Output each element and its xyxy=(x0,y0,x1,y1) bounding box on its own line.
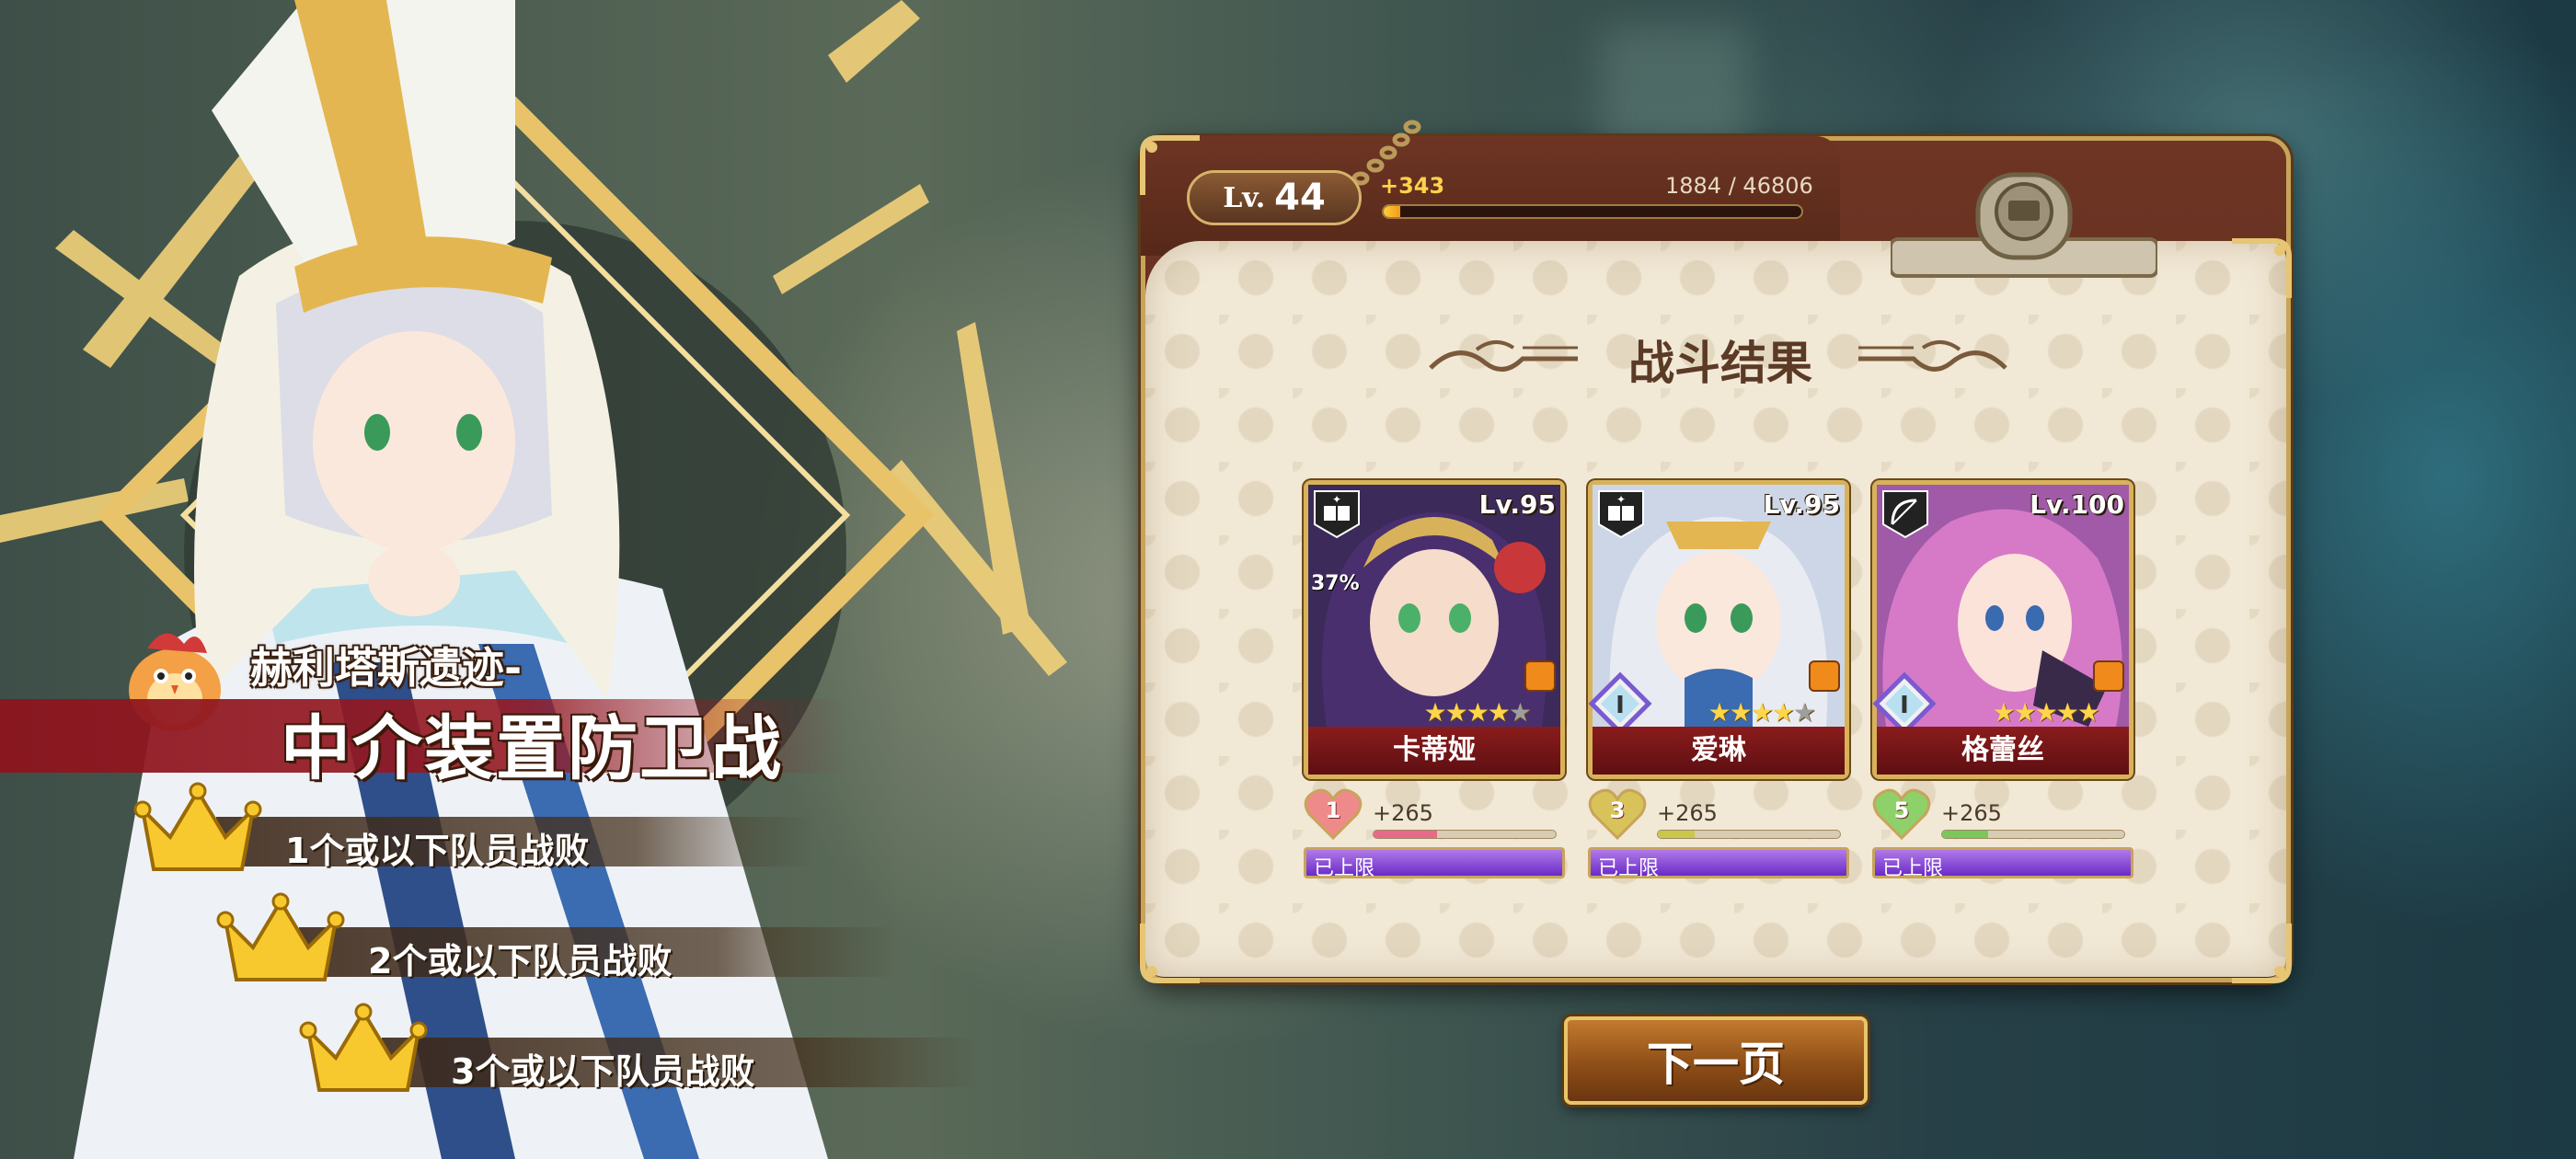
level-bar: 已上限 xyxy=(1588,847,1849,880)
stage-title: 中介装置防卫战 xyxy=(281,707,783,789)
unit-stars: ★★★★★ xyxy=(1992,697,2100,728)
level-status: 已上限 xyxy=(1882,857,1944,880)
player-level-badge: Lv. 44 xyxy=(1187,170,1362,225)
level-bar: 已上限 xyxy=(1872,847,2133,880)
book-icon: ✦ xyxy=(1314,490,1360,539)
level-prefix: Lv. xyxy=(1223,181,1266,214)
pumpkin-icon xyxy=(1524,660,1556,692)
title-flourish-left xyxy=(1429,340,1578,372)
affection-bar xyxy=(1373,830,1557,839)
bow-icon xyxy=(1882,490,1928,539)
affection-level: 5 xyxy=(1893,798,1910,823)
affection-gain: +265 xyxy=(1941,800,2002,826)
exp-progress-text: 1884 / 46806 xyxy=(1665,173,1813,199)
condition-label: 2个或以下队员战败 xyxy=(368,941,673,981)
crown-icon xyxy=(299,1003,428,1092)
svg-text:✦: ✦ xyxy=(1616,493,1626,506)
title-flourish-right xyxy=(1858,340,2007,372)
condition-label: 3个或以下队员战败 xyxy=(451,1051,755,1092)
exp-bar xyxy=(1382,204,1803,219)
unit-card[interactable]: I Lv.100 ★★★★★ 格蕾丝 xyxy=(1872,480,2133,779)
affection-bar xyxy=(1941,830,2125,839)
unit-level: Lv.95 xyxy=(1478,489,1556,520)
svg-text:✦: ✦ xyxy=(1332,493,1341,506)
unit-level: Lv.100 xyxy=(2030,489,2124,520)
unit-name: 卡蒂娅 xyxy=(1308,727,1560,775)
unit-name: 爱琳 xyxy=(1593,727,1845,775)
affection-gain: +265 xyxy=(1373,800,1433,826)
book-icon: ✦ xyxy=(1598,490,1644,539)
crown-icon xyxy=(216,892,345,981)
level-bar: 已上限 xyxy=(1304,847,1565,880)
condition-row: 1个或以下队员战败 xyxy=(133,782,814,883)
condition-row: 2个或以下队员战败 xyxy=(216,892,897,993)
affection-bar xyxy=(1657,830,1841,839)
level-status: 已上限 xyxy=(1314,857,1375,880)
paper-clip-ornament xyxy=(1891,172,2157,278)
svg-text:I: I xyxy=(1900,692,1909,719)
player-level: 44 xyxy=(1274,177,1326,219)
stage-subtitle: 赫利塔斯遗迹- xyxy=(250,643,523,693)
unit-stars: ★★★★★ xyxy=(1708,697,1816,728)
unit-level: Lv.95 xyxy=(1763,489,1840,520)
unit-stars: ★★★★★ xyxy=(1423,697,1532,728)
corner-ornament xyxy=(2232,924,2292,983)
unit-card[interactable]: ✦ I Lv.95 ★★★★★ 爱琳 xyxy=(1588,480,1849,779)
level-status: 已上限 xyxy=(1598,857,1660,880)
result-title: 战斗结果 xyxy=(1628,337,1812,390)
corner-ornament xyxy=(2232,238,2292,298)
unit-extra-badge: 37% xyxy=(1311,572,1360,595)
unit-name: 格蕾丝 xyxy=(1877,727,2129,775)
affection-level: 3 xyxy=(1609,798,1626,823)
unit-card[interactable]: ✦ 37% Lv.95 ★★★★★ 卡蒂娅 xyxy=(1304,480,1565,779)
next-page-button[interactable]: 下一页 xyxy=(1564,1016,1868,1105)
corner-ornament xyxy=(1140,924,1200,983)
affection-level: 1 xyxy=(1325,798,1341,823)
condition-label: 1个或以下队员战败 xyxy=(285,831,590,871)
pumpkin-icon xyxy=(2093,660,2124,692)
svg-text:I: I xyxy=(1616,692,1625,719)
exp-gain: +343 xyxy=(1380,173,1445,199)
crown-icon xyxy=(133,782,262,871)
condition-row: 3个或以下队员战败 xyxy=(299,1003,980,1104)
affection-gain: +265 xyxy=(1657,800,1718,826)
exp-bar-fill xyxy=(1384,206,1401,217)
pumpkin-icon xyxy=(1809,660,1840,692)
